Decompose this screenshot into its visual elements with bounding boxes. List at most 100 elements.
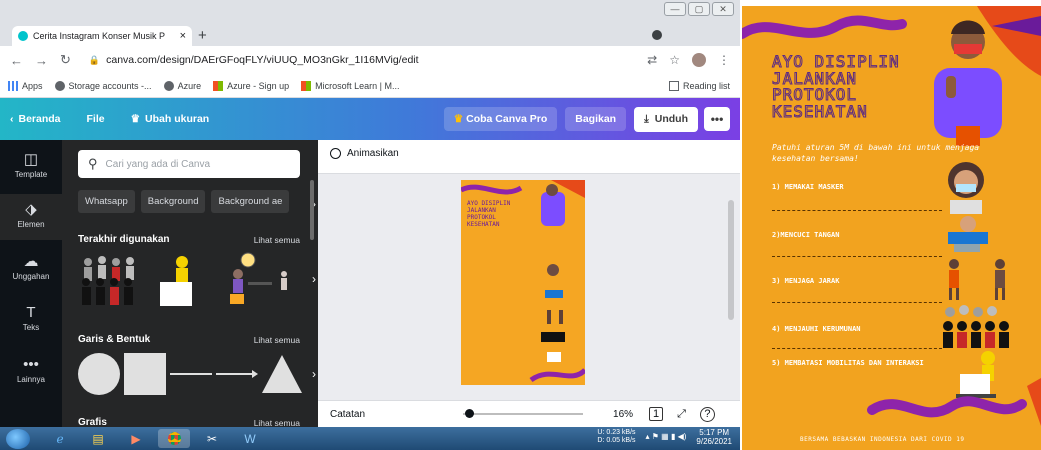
square-shape[interactable] — [124, 353, 166, 395]
walking-figure-illustration[interactable] — [281, 271, 287, 290]
new-tab-button[interactable]: + — [198, 27, 207, 44]
globe-icon — [54, 80, 65, 91]
file-menu-button[interactable]: File — [87, 113, 105, 125]
tray-icons[interactable]: ▴ ⚑ ▦ ▮ ◀) — [646, 433, 687, 441]
poster-preview: AYO DISIPLIN JALANKAN PROTOKOL KESEHATAN… — [742, 6, 1041, 450]
crown-icon: ♛ — [453, 113, 464, 125]
person-desk-illustration[interactable] — [230, 252, 272, 304]
bookmarks-bar: Apps Storage accounts -... Azure Azure -… — [0, 74, 740, 98]
home-button[interactable]: ‹ Beranda — [10, 113, 61, 125]
animate-button[interactable]: Animasikan — [330, 148, 399, 159]
clock[interactable]: 5:17 PM 9/26/2021 — [696, 428, 732, 446]
url-field[interactable]: canva.com/design/DAErGFoqFLY/viUUQ_MO3nG… — [106, 54, 635, 66]
chip-whatsapp[interactable]: Whatsapp — [78, 190, 135, 213]
purple-squiggle-bottom — [867, 396, 1027, 418]
poster-thumbnail[interactable]: AYO DISIPLIN JALANKAN PROTOKOL KESEHATAN — [461, 180, 585, 385]
animate-icon — [330, 148, 341, 159]
microsoft-icon — [213, 80, 224, 91]
recent-next-icon[interactable]: › — [312, 272, 316, 286]
ie-icon[interactable]: ℯ — [44, 429, 76, 448]
zoom-level[interactable]: 16% — [613, 409, 633, 420]
arrow-shape[interactable] — [216, 370, 258, 378]
download-button[interactable]: ⤓ Unduh — [634, 106, 698, 132]
poster-footer: BERSAMA BEBASKAN INDONESIA DARI COVID 19 — [800, 436, 965, 443]
help-icon[interactable]: ? — [699, 406, 715, 422]
share-button[interactable]: Bagikan — [565, 107, 627, 131]
rail-item-template[interactable]: ◫ Template — [0, 150, 62, 179]
rail-item-unggahan[interactable]: ☁ Unggahan — [0, 252, 62, 281]
reading-list-button[interactable]: Reading list — [668, 80, 730, 91]
canvas-footer: Catatan 16% 1 ⤢ ? — [318, 400, 740, 427]
bookmark-apps[interactable]: Apps — [8, 80, 43, 91]
chevron-left-icon: ‹ — [10, 113, 14, 125]
chip-background-ae[interactable]: Background ae — [211, 190, 290, 213]
poster-item-1: 1) MEMAKAI MASKER — [772, 183, 844, 191]
circle-shape[interactable] — [78, 353, 120, 395]
explorer-folder-icon[interactable]: ▤ — [82, 429, 114, 448]
back-icon[interactable]: ← — [10, 53, 23, 68]
close-tab-icon[interactable]: × — [180, 30, 186, 42]
windows-taskbar: ℯ ▤ ▶ ✂ W U: 0.23 kB/s D: 0.05 kB/s ▴ ⚑ … — [0, 427, 740, 450]
design-canvas: Animasikan AYO DISIPLIN JALANKAN PROTOKOL K… — [318, 140, 740, 400]
profile-avatar[interactable] — [692, 53, 706, 67]
bookmark-star-icon[interactable]: ☆ — [669, 53, 680, 67]
chip-background[interactable]: Background — [140, 190, 206, 213]
page-count-icon[interactable]: 1 — [649, 407, 664, 421]
panel-scrollbar[interactable] — [310, 180, 314, 240]
poster-item-3: 3) MENJAGA JARAK — [772, 277, 840, 285]
system-tray: U: 0.23 kB/s D: 0.05 kB/s ▴ ⚑ ▦ ▮ ◀) 5:1… — [597, 428, 732, 446]
more-options-button[interactable]: ••• — [704, 107, 730, 131]
try-pro-button[interactable]: ♛ Coba Canva Pro — [443, 107, 558, 131]
person-laptop-illustration[interactable] — [160, 256, 192, 306]
social-distance-icon — [949, 259, 1005, 300]
search-input[interactable]: ⚲ Cari yang ada di Canva — [78, 150, 300, 178]
text-icon: T — [26, 304, 36, 321]
globe-icon — [163, 80, 174, 91]
shapes-see-all-link[interactable]: Lihat semua — [254, 335, 300, 345]
bookmark-storage-accounts[interactable]: Storage accounts -... — [54, 80, 152, 91]
microsoft-icon — [301, 80, 312, 91]
maximize-icon[interactable]: ▢ — [688, 2, 710, 16]
translate-icon[interactable]: ⇄ — [647, 53, 657, 67]
browser-tab[interactable]: Cerita Instagram Konser Musik P × — [12, 26, 192, 46]
recent-elements-row — [82, 252, 287, 306]
rail-item-lainnya[interactable]: ••• Lainnya — [0, 356, 62, 384]
reload-icon[interactable]: ↻ — [60, 52, 71, 68]
bookmark-microsoft-learn[interactable]: Microsoft Learn | M... — [301, 80, 400, 91]
snipping-tool-icon[interactable]: ✂ — [196, 429, 228, 448]
more-dots-icon: ••• — [23, 356, 39, 373]
poster-item-2: 2)MENCUCI TANGAN — [772, 231, 840, 239]
triangle-shape[interactable] — [262, 355, 302, 393]
left-rail: ◫ Template ⬗ Elemen ☁ Unggahan T Teks ••• Lai… — [0, 140, 62, 427]
upload-cloud-icon: ☁ — [23, 253, 39, 270]
poster-item-5: 5) MEMBATASI MOBILITAS DAN INTERAKSI — [772, 359, 924, 367]
shapes-next-icon[interactable]: › — [312, 367, 316, 381]
word-icon[interactable]: W — [234, 429, 266, 448]
menu-kebab-icon[interactable]: ⋮ — [718, 53, 730, 67]
bookmark-azure-signup[interactable]: Azure - Sign up — [213, 80, 289, 91]
lock-icon[interactable]: 🔒 — [89, 55, 100, 66]
start-button[interactable] — [6, 428, 30, 449]
graphics-see-all-link[interactable]: Lihat semua — [254, 418, 300, 427]
recent-see-all-link[interactable]: Lihat semua — [254, 235, 300, 245]
fullscreen-icon[interactable]: ⤢ — [677, 408, 686, 421]
bookmark-azure[interactable]: Azure — [163, 80, 201, 91]
chrome-icon[interactable] — [158, 429, 190, 448]
crowd-illustration[interactable] — [82, 256, 134, 305]
zoom-slider-knob[interactable] — [465, 409, 475, 418]
apps-grid-icon — [8, 80, 18, 91]
forward-icon[interactable]: → — [35, 53, 48, 68]
canvas-scrollbar[interactable] — [728, 200, 734, 320]
zoom-slider[interactable] — [463, 409, 584, 418]
resize-button[interactable]: ♛ Ubah ukuran — [131, 113, 210, 125]
graphics-section-title: Grafis — [78, 417, 107, 427]
rail-item-teks[interactable]: T Teks — [0, 304, 62, 332]
rail-item-elemen[interactable]: ⬗ Elemen — [0, 194, 62, 240]
notes-button[interactable]: Catatan — [330, 409, 365, 420]
orange-corner-shape — [977, 6, 1041, 76]
browser-window: Cerita Instagram Konser Musik P × + — ▢ … — [0, 0, 740, 450]
media-player-icon[interactable]: ▶ — [120, 429, 152, 448]
minimize-icon[interactable]: — — [664, 2, 686, 16]
close-window-icon[interactable]: ✕ — [712, 2, 734, 16]
line-shape[interactable] — [170, 373, 212, 375]
